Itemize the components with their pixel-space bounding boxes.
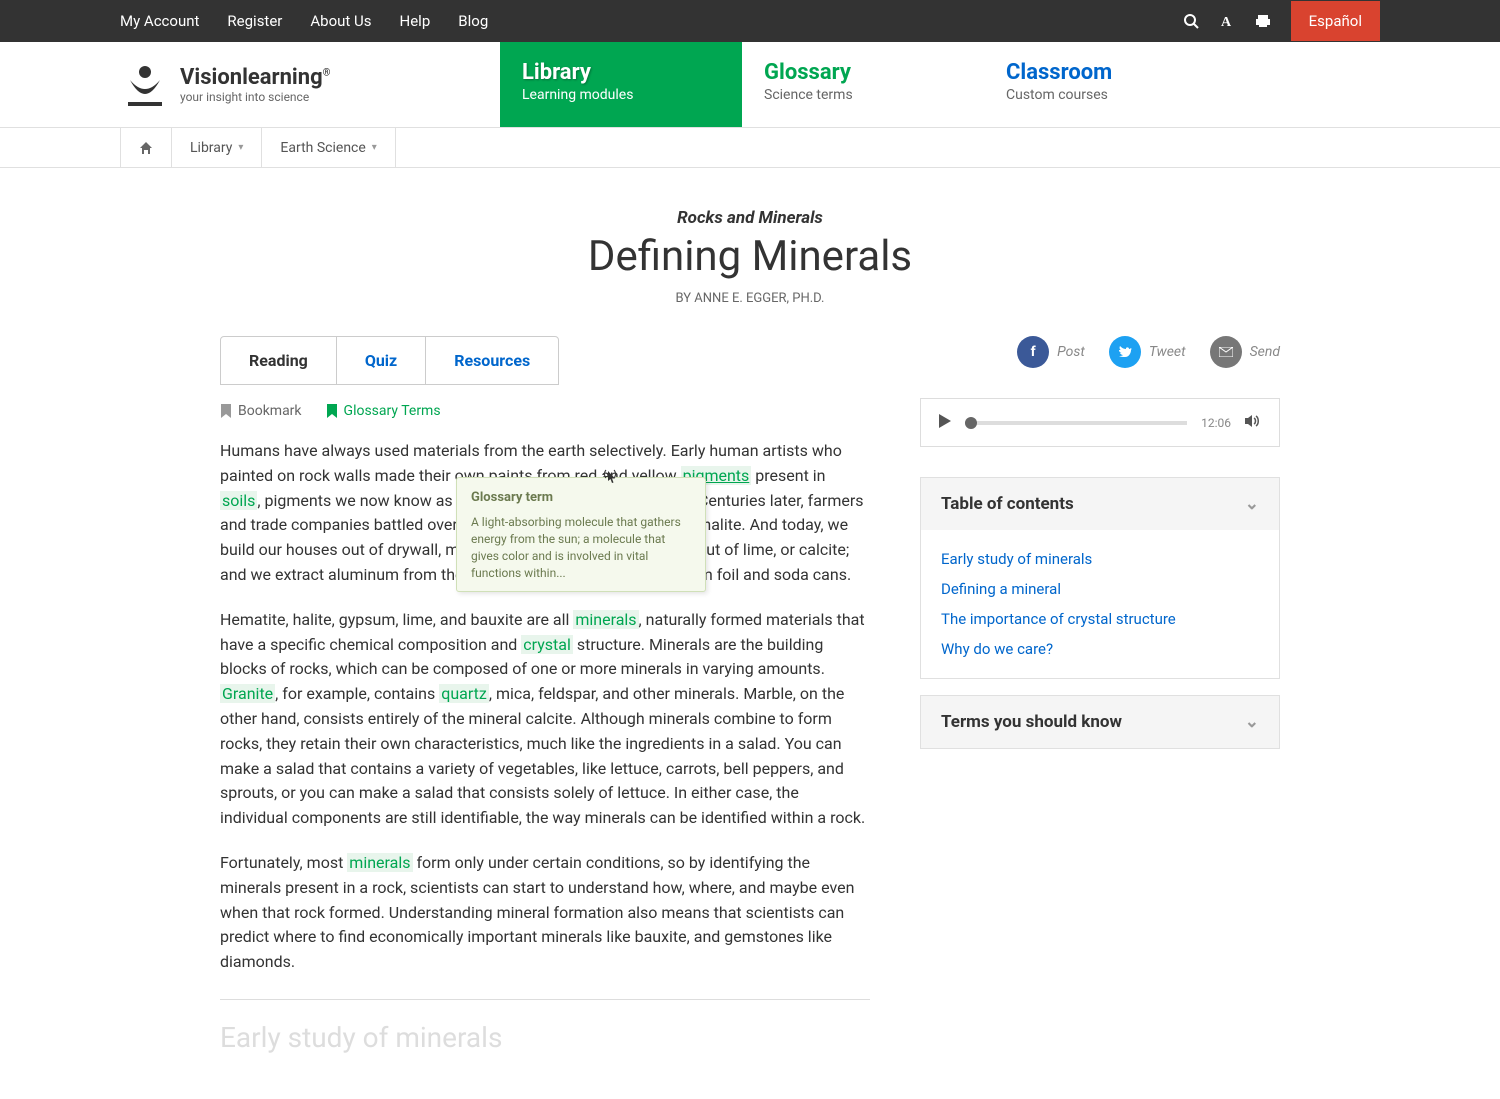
crumb-label: Library xyxy=(190,140,232,156)
link-register[interactable]: Register xyxy=(227,12,282,30)
font-size-icon[interactable]: A xyxy=(1219,13,1235,29)
link-blog[interactable]: Blog xyxy=(458,12,488,30)
cursor-icon xyxy=(602,469,620,487)
volume-button[interactable] xyxy=(1245,413,1261,432)
chevron-down-icon: ⌄ xyxy=(1245,712,1259,732)
tab-reading[interactable]: Reading xyxy=(221,337,337,384)
language-button[interactable]: Español xyxy=(1291,1,1380,41)
share-email[interactable]: Send xyxy=(1210,336,1280,368)
share-label: Post xyxy=(1057,344,1085,360)
nav-title: Classroom xyxy=(1006,60,1204,85)
volume-icon xyxy=(1245,414,1261,428)
toc-title: Table of contents xyxy=(941,494,1074,514)
share-facebook[interactable]: f Post xyxy=(1017,336,1085,368)
facebook-icon: f xyxy=(1017,336,1049,368)
page-byline: BY ANNE E. EGGER, PH.D. xyxy=(220,291,1280,306)
terms-header[interactable]: Terms you should know ⌄ xyxy=(921,696,1279,748)
play-icon xyxy=(939,414,951,428)
toc-item[interactable]: Defining a mineral xyxy=(941,574,1259,604)
toc-panel: Table of contents ⌄ Early study of miner… xyxy=(920,477,1280,679)
glossary-link-minerals[interactable]: minerals xyxy=(347,853,412,872)
glossary-link-minerals[interactable]: minerals xyxy=(573,610,638,629)
nav-glossary[interactable]: Glossary Science terms xyxy=(742,42,984,127)
topbar-links: My Account Register About Us Help Blog xyxy=(120,12,488,30)
logo[interactable]: Visionlearning® your insight into scienc… xyxy=(120,42,500,127)
audio-progress[interactable] xyxy=(965,421,1187,425)
bookmark-button[interactable]: Bookmark xyxy=(220,403,302,419)
tab-resources[interactable]: Resources xyxy=(426,337,558,384)
glossary-tooltip: Glossary term A light-absorbing molecule… xyxy=(456,477,706,592)
page-kicker: Rocks and Minerals xyxy=(220,208,1280,228)
link-about-us[interactable]: About Us xyxy=(310,12,371,30)
glossary-label: Glossary Terms xyxy=(344,403,441,419)
glossary-link-granite[interactable]: Granite xyxy=(220,684,275,703)
toc-item[interactable]: Why do we care? xyxy=(941,634,1259,664)
section-heading: Early study of minerals xyxy=(220,1016,870,1059)
glossary-icon xyxy=(326,404,338,418)
topbar-right: A Español xyxy=(1183,1,1380,41)
chevron-down-icon: ⌄ xyxy=(1245,494,1259,514)
crumb-label: Earth Science xyxy=(280,140,365,156)
audio-duration: 12:06 xyxy=(1201,416,1231,430)
glossary-link-crystal[interactable]: crystal xyxy=(521,635,573,654)
share-twitter[interactable]: Tweet xyxy=(1109,336,1186,368)
terms-panel: Terms you should know ⌄ xyxy=(920,695,1280,749)
home-icon xyxy=(139,141,153,155)
twitter-icon xyxy=(1109,336,1141,368)
tab-quiz[interactable]: Quiz xyxy=(337,337,426,384)
chevron-down-icon: ▾ xyxy=(238,142,243,153)
breadcrumb: Library ▾ Earth Science ▾ xyxy=(0,128,1500,168)
search-icon[interactable] xyxy=(1183,13,1199,29)
main-nav: Visionlearning® your insight into scienc… xyxy=(0,42,1500,128)
nav-subtitle: Learning modules xyxy=(522,87,720,103)
body-paragraph: Fortunately, most minerals form only und… xyxy=(220,851,870,975)
nav-title: Glossary xyxy=(764,60,962,85)
crumb-library[interactable]: Library ▾ xyxy=(172,128,262,168)
bookmark-icon xyxy=(220,404,232,418)
audio-player: 12:06 xyxy=(920,398,1280,447)
glossary-terms-button[interactable]: Glossary Terms xyxy=(326,403,441,419)
logo-text: Visionlearning® xyxy=(180,65,331,90)
logo-icon xyxy=(120,60,170,110)
crumb-home[interactable] xyxy=(120,128,172,168)
link-my-account[interactable]: My Account xyxy=(120,12,199,30)
toc-item[interactable]: The importance of crystal structure xyxy=(941,604,1259,634)
page-title: Defining Minerals xyxy=(220,232,1280,281)
terms-title: Terms you should know xyxy=(941,712,1122,732)
share-label: Tweet xyxy=(1149,344,1186,360)
play-button[interactable] xyxy=(939,413,951,432)
toc-header[interactable]: Table of contents ⌄ xyxy=(921,478,1279,530)
glossary-link-quartz[interactable]: quartz xyxy=(439,684,489,703)
share-label: Send xyxy=(1250,344,1280,360)
nav-subtitle: Science terms xyxy=(764,87,962,103)
logo-tagline: your insight into science xyxy=(180,90,331,104)
link-help[interactable]: Help xyxy=(400,12,431,30)
nav-subtitle: Custom courses xyxy=(1006,87,1204,103)
body-paragraph: Hematite, halite, gypsum, lime, and baux… xyxy=(220,608,870,831)
topbar: My Account Register About Us Help Blog A… xyxy=(0,0,1500,42)
crumb-earth-science[interactable]: Earth Science ▾ xyxy=(262,128,395,168)
toc-item[interactable]: Early study of minerals xyxy=(941,544,1259,574)
nav-library[interactable]: Library Learning modules xyxy=(500,42,742,127)
glossary-link-soils[interactable]: soils xyxy=(220,491,257,510)
nav-title: Library xyxy=(522,60,720,85)
nav-classroom[interactable]: Classroom Custom courses xyxy=(984,42,1226,127)
print-icon[interactable] xyxy=(1255,13,1271,29)
svg-text:A: A xyxy=(1221,15,1232,29)
content-tabs: Reading Quiz Resources xyxy=(220,336,559,385)
tooltip-body: A light-absorbing molecule that gathers … xyxy=(471,514,691,581)
bookmark-label: Bookmark xyxy=(238,403,302,419)
tooltip-heading: Glossary term xyxy=(471,488,691,508)
chevron-down-icon: ▾ xyxy=(372,142,377,153)
email-icon xyxy=(1210,336,1242,368)
